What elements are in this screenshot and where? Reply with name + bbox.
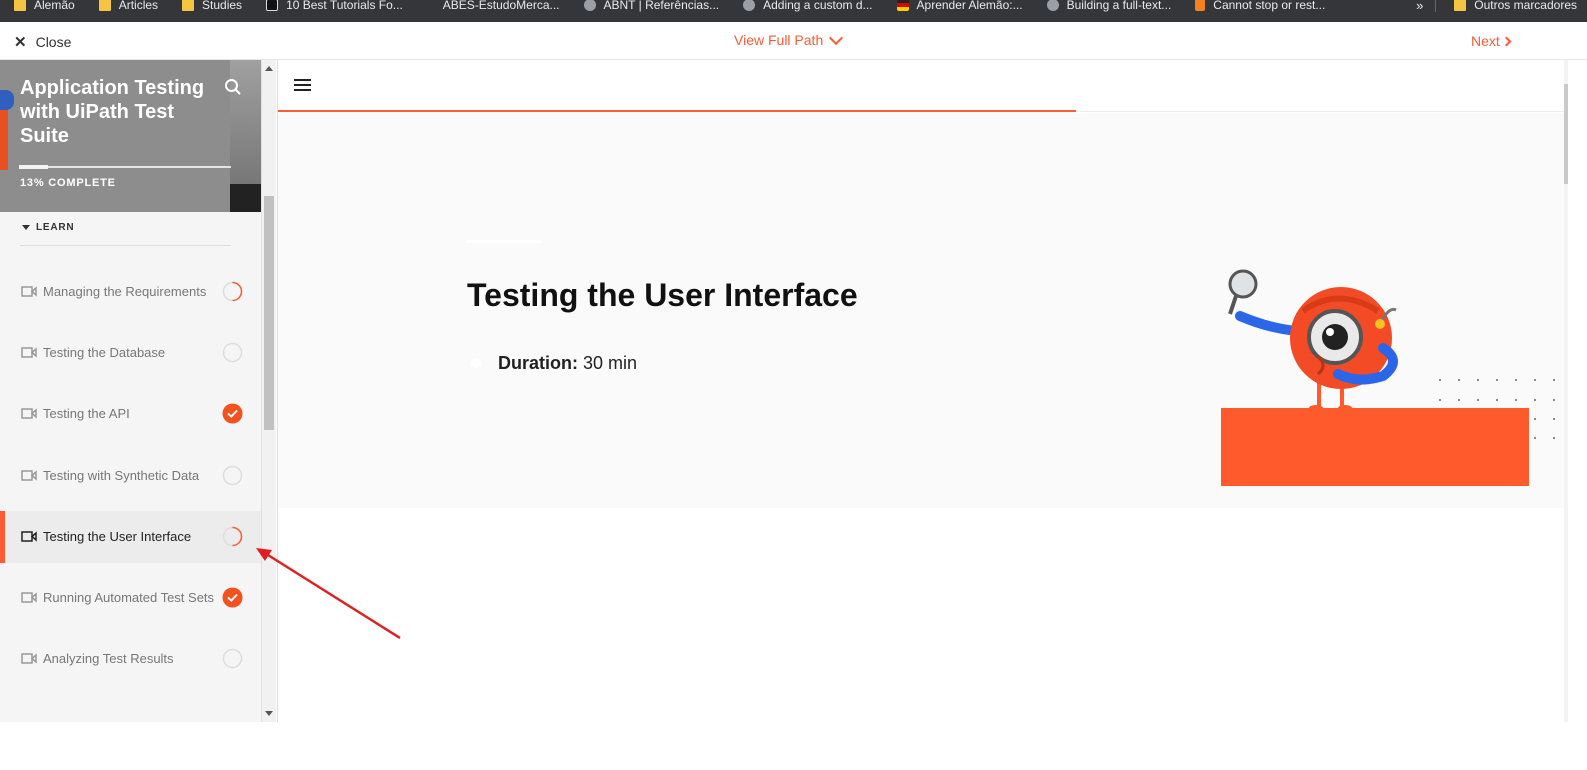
bookmark[interactable]: Studies [168,0,252,16]
lesson-item[interactable]: Testing the User Interface [0,511,261,563]
globe-icon [583,0,596,11]
section-toggle-learn[interactable]: LEARN [20,222,231,246]
course-title: Application Testing with UiPath Test Sui… [20,77,205,147]
lesson-label: Running Automated Test Sets [43,590,215,605]
next-button[interactable]: Next [1471,33,1512,49]
course-progress-bar [20,166,231,168]
clock-icon [471,358,481,368]
not-started-icon [222,648,243,669]
hero-decoration [0,90,14,110]
lesson-duration: Duration: 30 min [498,353,637,374]
bookmark[interactable]: Cannot stop or rest... [1181,0,1335,16]
lesson-label: Testing with Synthetic Data [43,468,200,483]
globe-icon [1046,0,1059,11]
bookmarks-bar: Alemão Articles Studies 10 Best Tutorial… [0,0,1587,22]
annotation-arrow [256,548,401,640]
not-started-icon [222,342,243,363]
robot-magnifier-illustration [1221,269,1555,486]
stackoverflow-icon [1195,0,1206,11]
other-bookmarks[interactable]: Outros marcadores [1440,0,1587,16]
folder-icon [98,0,111,11]
active-indicator [0,511,5,563]
close-icon: ✕ [14,34,27,51]
content-scrollbar[interactable] [1564,60,1568,722]
duration-value: 30 min [583,353,638,373]
in-progress-icon [222,281,243,302]
course-topbar: ✕ Close View Full Path Next [0,22,1587,60]
close-button[interactable]: ✕ Close [14,33,71,51]
menu-icon[interactable] [294,79,311,92]
folder-icon [1454,0,1467,11]
course-sidebar: Application Testing with UiPath Test Sui… [0,60,262,722]
lesson-label: Analyzing Test Results [43,651,174,666]
lesson-header [278,60,1565,112]
course-complete-label: 13% COMPLETE [20,177,116,189]
lesson-hero: Testing the User Interface Duration: 30 … [278,113,1565,508]
completed-check-icon [222,587,243,608]
bookmark[interactable]: Building a full-text... [1033,0,1182,16]
more-bookmarks-button[interactable]: » [1408,0,1431,13]
hero-decoration [230,184,261,212]
scrollbar-thumb[interactable] [1564,84,1568,184]
bookmark[interactable]: ABNT | Referências... [570,0,730,16]
lesson-item[interactable]: Testing with Synthetic Data [0,450,261,502]
lesson-item[interactable]: Running Automated Test Sets [0,572,261,624]
in-progress-icon [222,526,243,547]
scroll-up-icon[interactable] [265,66,273,71]
course-hero: Application Testing with UiPath Test Sui… [0,60,261,212]
bookmark[interactable]: Aprender Alemão:... [883,0,1033,16]
search-icon[interactable] [224,78,242,96]
scroll-down-icon[interactable] [265,711,273,716]
video-icon [21,531,37,542]
scrollbar-thumb[interactable] [264,196,274,430]
lesson-label: Testing the User Interface [43,529,192,544]
view-full-path-button[interactable]: View Full Path [734,30,844,48]
flag-icon [896,0,909,11]
bookmark[interactable]: ABES-EstudoMerca... [413,0,570,16]
duration-label: Duration: [498,353,578,373]
lesson-label: Testing the API [43,406,130,421]
completed-check-icon [222,403,243,424]
bookmark[interactable]: Alemão [0,0,85,16]
folder-icon [14,0,26,11]
video-icon [21,347,37,358]
globe-icon [743,0,756,11]
site-icon [266,0,279,11]
lesson-title: Testing the User Interface [467,277,858,313]
folder-icon [182,0,195,11]
video-icon [21,408,37,419]
bookmark[interactable]: Articles [85,0,168,16]
video-icon [21,286,37,297]
chevron-down-icon [829,30,844,45]
lesson-label: Testing the Database [43,345,166,360]
video-icon [21,470,37,481]
bookmark-divider [1435,0,1437,12]
lesson-item[interactable]: Managing the Requirements [0,266,261,318]
lesson-content: Testing the User Interface Duration: 30 … [277,60,1565,722]
chevron-right-icon [1501,36,1512,46]
video-icon [21,653,37,664]
lesson-progress-bar [278,110,1076,112]
lesson-item[interactable]: Testing the Database [0,327,261,379]
course-progress-fill [20,166,48,168]
video-icon [21,592,37,603]
bookmark[interactable]: Adding a custom d... [729,0,882,16]
bookmark[interactable]: 10 Best Tutorials Fo... [252,0,413,16]
lesson-label: Managing the Requirements [43,284,207,299]
hero-decoration [0,110,8,170]
not-started-icon [222,465,243,486]
title-accent-line [467,240,543,243]
lesson-item[interactable]: Analyzing Test Results [0,633,261,685]
lesson-item[interactable]: Testing the API [0,388,261,440]
caret-down-icon [22,225,30,230]
